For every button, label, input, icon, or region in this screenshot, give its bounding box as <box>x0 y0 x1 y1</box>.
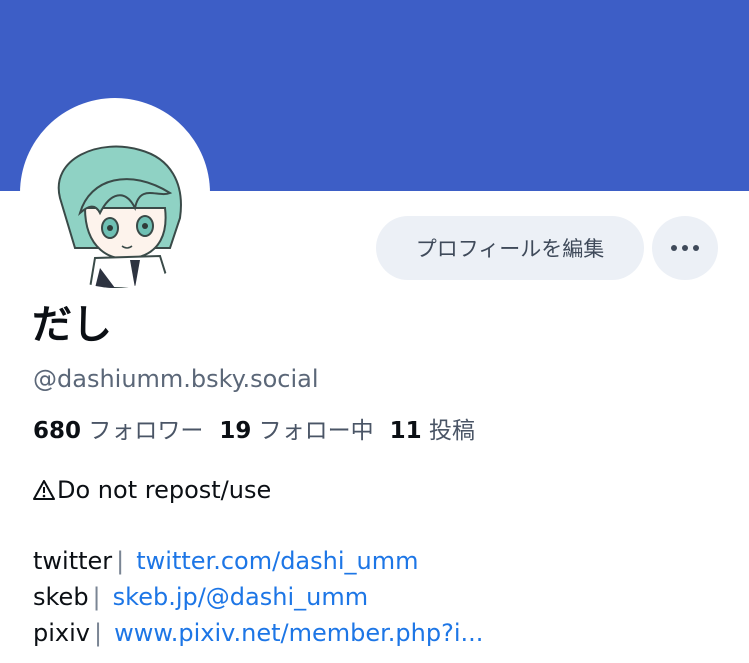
posts-stat: 11 投稿 <box>390 418 475 444</box>
link-separator: | <box>116 547 125 575</box>
warning-icon <box>33 474 57 510</box>
profile-page: プロフィールを編集 だし @dashiumm.bsky.social 680 フ… <box>0 0 749 663</box>
following-label: フォロー中 <box>258 418 374 444</box>
link-site-label: pixiv <box>33 619 90 647</box>
link-site-label: skeb <box>33 583 89 611</box>
followers-label: フォロワー <box>88 418 204 444</box>
more-options-button[interactable] <box>652 216 718 280</box>
bio-link-row: skeb | skeb.jp/@dashi_umm <box>33 579 368 615</box>
bio-link-row: pixiv | www.pixiv.net/member.php?i... <box>33 615 483 651</box>
profile-stats: 680 フォロワー 19 フォロー中 11 投稿 <box>33 414 475 448</box>
bio-link-row: twitter | twitter.com/dashi_umm <box>33 543 419 579</box>
bio-warning: Do not repost/use <box>33 472 271 510</box>
edit-profile-button[interactable]: プロフィールを編集 <box>376 216 644 280</box>
bio-warning-text: Do not repost/use <box>57 476 272 504</box>
following-stat[interactable]: 19 フォロー中 <box>219 418 373 444</box>
twitter-link[interactable]: twitter.com/dashi_umm <box>136 547 418 575</box>
handle: @dashiumm.bsky.social <box>33 365 319 393</box>
posts-count: 11 <box>389 418 422 444</box>
display-name: だし <box>32 302 112 348</box>
pixiv-link[interactable]: www.pixiv.net/member.php?i... <box>114 619 483 647</box>
avatar[interactable] <box>20 98 210 288</box>
following-count: 19 <box>219 418 252 444</box>
followers-stat[interactable]: 680 フォロワー <box>33 418 203 444</box>
more-horizontal-icon-dot <box>693 245 699 251</box>
skeb-link[interactable]: skeb.jp/@dashi_umm <box>113 583 368 611</box>
link-site-label: twitter <box>33 547 113 575</box>
followers-count: 680 <box>33 418 82 444</box>
link-separator: | <box>92 583 101 611</box>
link-separator: | <box>93 619 103 647</box>
avatar-illustration <box>57 145 182 288</box>
more-horizontal-icon <box>671 245 677 251</box>
posts-label: 投稿 <box>428 418 475 444</box>
more-horizontal-icon-dot <box>682 245 688 251</box>
